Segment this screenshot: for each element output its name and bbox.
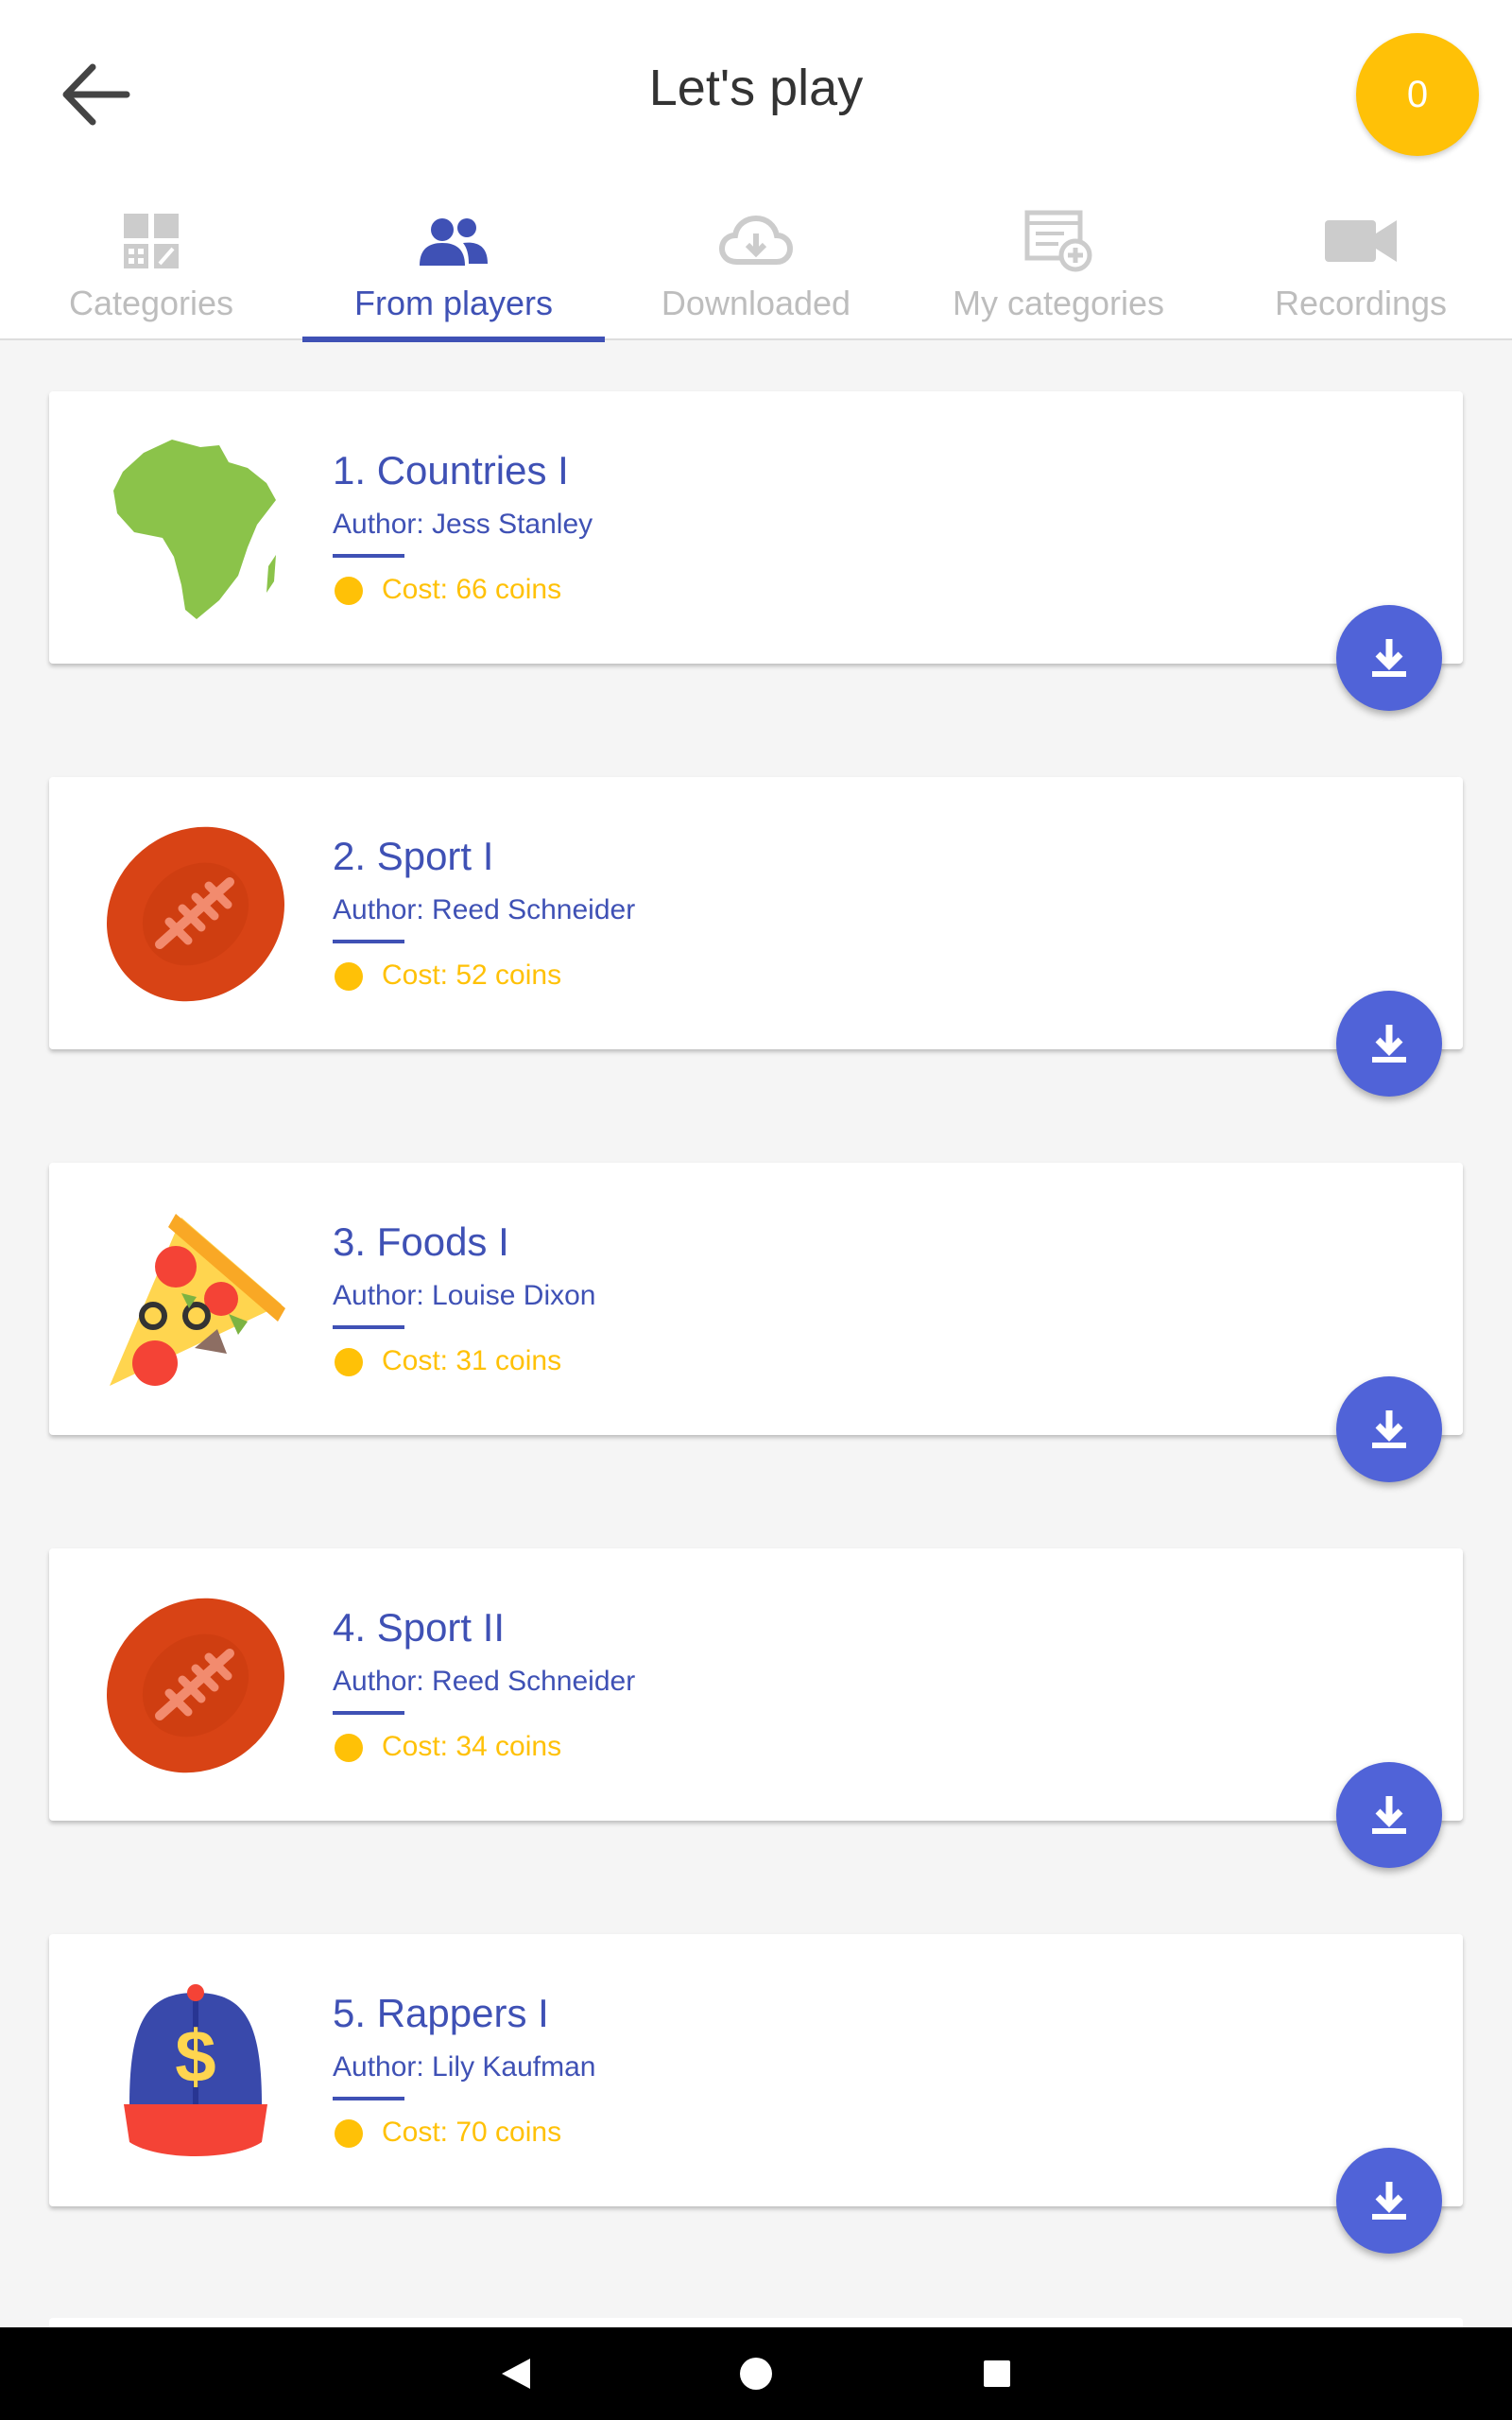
square-recents-icon bbox=[984, 2360, 1010, 2387]
item-title: 2. Sport I bbox=[333, 834, 494, 878]
coin-icon bbox=[335, 1348, 363, 1376]
item-author: Author: Lily Kaufman bbox=[333, 2051, 596, 2083]
people-icon bbox=[416, 208, 491, 274]
circle-home-icon bbox=[740, 2358, 772, 2390]
item-title: 1. Countries I bbox=[333, 448, 569, 493]
divider bbox=[333, 1325, 404, 1329]
football-icon bbox=[92, 1582, 300, 1789]
tab-recordings[interactable]: Recordings bbox=[1210, 189, 1512, 340]
list-item[interactable]: $ 5. Rappers I Author: Lily Kaufman Cost… bbox=[49, 1934, 1463, 2206]
cloud-download-icon bbox=[718, 208, 794, 274]
coin-balance-badge[interactable]: 0 bbox=[1356, 33, 1479, 156]
item-cost: Cost: 52 coins bbox=[382, 959, 562, 991]
add-category-icon bbox=[1024, 208, 1092, 274]
tab-downloaded[interactable]: Downloaded bbox=[605, 189, 907, 340]
tab-label: My categories bbox=[952, 284, 1165, 322]
coin-icon bbox=[335, 2119, 363, 2148]
active-tab-indicator bbox=[302, 337, 605, 342]
list-item[interactable]: 1. Countries I Author: Jess Stanley Cost… bbox=[49, 391, 1463, 664]
categories-grid-icon bbox=[122, 208, 180, 274]
item-title: 4. Sport II bbox=[333, 1605, 506, 1650]
page-title: Let's play bbox=[648, 60, 864, 116]
africa-map-icon bbox=[92, 424, 300, 632]
list-item[interactable]: 2. Sport I Author: Reed Schneider Cost: … bbox=[49, 777, 1463, 1049]
tab-label: Categories bbox=[68, 284, 234, 322]
download-button[interactable] bbox=[1336, 1762, 1442, 1868]
coin-icon bbox=[335, 577, 363, 605]
item-cost: Cost: 70 coins bbox=[382, 2117, 562, 2148]
system-nav-bar bbox=[0, 2327, 1512, 2420]
tab-bar: Categories From players Downloaded My ca… bbox=[0, 189, 1512, 342]
download-icon bbox=[1372, 1410, 1406, 1448]
tab-from-players[interactable]: From players bbox=[302, 189, 605, 342]
coin-icon bbox=[335, 962, 363, 991]
triangle-back-icon bbox=[502, 2359, 530, 2389]
divider bbox=[333, 1711, 404, 1715]
nav-recents-button[interactable] bbox=[973, 2350, 1021, 2397]
tab-categories[interactable]: Categories bbox=[0, 189, 302, 340]
tab-label: From players bbox=[353, 284, 554, 322]
coin-icon bbox=[335, 1734, 363, 1762]
video-camera-icon bbox=[1323, 208, 1399, 274]
item-author: Author: Louise Dixon bbox=[333, 1280, 596, 1311]
football-icon bbox=[92, 810, 300, 1018]
svg-text:$: $ bbox=[175, 2014, 215, 2098]
tab-my-categories[interactable]: My categories bbox=[907, 189, 1210, 340]
list-item[interactable]: 3. Foods I Author: Louise Dixon Cost: 31… bbox=[49, 1163, 1463, 1435]
item-author: Author: Jess Stanley bbox=[333, 509, 593, 540]
app-header: Let's play 0 bbox=[0, 0, 1512, 189]
divider bbox=[333, 940, 404, 943]
download-button[interactable] bbox=[1336, 991, 1442, 1097]
item-cost: Cost: 31 coins bbox=[382, 1345, 562, 1376]
divider bbox=[333, 2097, 404, 2100]
download-icon bbox=[1372, 639, 1406, 677]
download-icon bbox=[1372, 1025, 1406, 1063]
download-icon bbox=[1372, 1796, 1406, 1834]
item-title: 5. Rappers I bbox=[333, 1991, 549, 2035]
item-author: Author: Reed Schneider bbox=[333, 894, 636, 925]
tab-label: Recordings bbox=[1274, 284, 1448, 322]
divider bbox=[333, 554, 404, 558]
dollar-cap-icon: $ bbox=[92, 1967, 300, 2175]
nav-back-button[interactable] bbox=[491, 2350, 539, 2397]
download-button[interactable] bbox=[1336, 1376, 1442, 1482]
download-button[interactable] bbox=[1336, 2148, 1442, 2254]
pizza-slice-icon bbox=[92, 1196, 300, 1404]
item-cost: Cost: 34 coins bbox=[382, 1731, 562, 1762]
download-button[interactable] bbox=[1336, 605, 1442, 711]
nav-home-button[interactable] bbox=[732, 2350, 780, 2397]
item-author: Author: Reed Schneider bbox=[333, 1666, 636, 1697]
tab-label: Downloaded bbox=[661, 284, 851, 322]
item-cost: Cost: 66 coins bbox=[382, 574, 562, 605]
list-item[interactable]: 4. Sport II Author: Reed Schneider Cost:… bbox=[49, 1548, 1463, 1821]
download-icon bbox=[1372, 2182, 1406, 2220]
item-title: 3. Foods I bbox=[333, 1219, 509, 1264]
